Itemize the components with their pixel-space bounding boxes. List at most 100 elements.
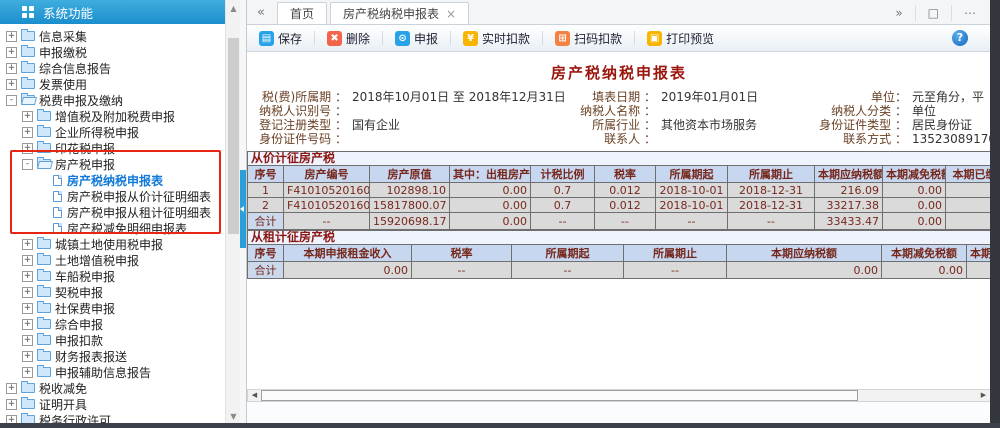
tree-item[interactable]: +财务报表报送 <box>0 348 225 364</box>
sidebar-title: 系统功能 <box>43 3 93 22</box>
expand-icon[interactable]: + <box>22 143 33 154</box>
table-section-title: 从租计征房产税 <box>247 230 991 244</box>
tree-item[interactable]: + 信息采集 <box>0 28 225 44</box>
column-header: 本期减免税额 <box>883 166 946 183</box>
expand-icon[interactable]: + <box>6 31 17 42</box>
tab-active[interactable]: 房产税纳税申报表× <box>330 2 469 24</box>
sidebar-scrollbar[interactable]: ▲ ▼ <box>225 0 240 428</box>
scroll-right-icon[interactable]: ▶ <box>977 390 990 401</box>
tree-item[interactable]: 房产税申报从价计征明细表 <box>0 188 225 204</box>
expand-icon[interactable]: + <box>22 127 33 138</box>
tree-item-label: 综合申报 <box>55 316 103 333</box>
tree-item[interactable]: +增值税及附加税费申报 <box>0 108 225 124</box>
tree-item[interactable]: + 车船税申报 <box>0 268 225 284</box>
folder-closed-icon <box>37 143 51 153</box>
expand-icon[interactable]: + <box>22 255 33 266</box>
toolbar-separator <box>634 31 635 45</box>
table-cell: 33217.38 <box>815 198 883 213</box>
sidebar-scrollbar-thumb[interactable] <box>228 38 239 234</box>
expand-icon[interactable]: + <box>22 287 33 298</box>
expand-icon[interactable]: + <box>22 271 33 282</box>
toolbar: ▤保存 ✖删除 ⊙申报 ¥实时扣款 ⊞扫码扣款 ▣打印预览 ? <box>247 25 990 52</box>
form-field-label: 所属行业 ： <box>552 118 656 132</box>
save-button[interactable]: ▤保存 <box>251 30 310 47</box>
tree-item[interactable]: +企业所得税申报 <box>0 124 225 140</box>
declare-button[interactable]: ⊙申报 <box>387 30 446 47</box>
column-header: 本期应纳税额 <box>727 245 882 262</box>
expand-icon[interactable]: + <box>6 47 17 58</box>
scroll-down-icon[interactable]: ▼ <box>226 412 241 421</box>
column-header: 所属期起 <box>656 166 728 183</box>
expand-icon[interactable]: + <box>22 351 33 362</box>
tree-item[interactable]: +综合信息报告 <box>0 60 225 76</box>
horizontal-scrollbar[interactable]: ◀ ▶ <box>247 389 991 402</box>
form-field-label: 纳税人分类 ： <box>801 104 907 118</box>
scan-deduct-button[interactable]: ⊞扫码扣款 <box>547 30 630 47</box>
tree-item[interactable]: +证明开具 <box>0 396 225 412</box>
expand-icon[interactable]: + <box>6 63 17 74</box>
print-preview-button[interactable]: ▣打印预览 <box>639 30 722 47</box>
form-field-label: 联系方式 ： <box>801 132 907 146</box>
expand-icon[interactable]: + <box>22 111 33 122</box>
realtime-deduct-button[interactable]: ¥实时扣款 <box>455 30 538 47</box>
table-header-row: 序号本期申报租金收入税率所属期起所属期止本期应纳税额本期减免税额本期已缴税额 <box>248 245 992 262</box>
tree-item[interactable]: +城镇土地使用税申报 <box>0 236 225 252</box>
tabbar-controls: » □ ⋯ <box>883 0 988 25</box>
sidebar: 系统功能 + 信息采集+申报缴税+综合信息报告+发票使用-税费申报及缴纳+增值税及… <box>0 0 225 428</box>
tree-item[interactable]: + 申报辅助信息报告 <box>0 364 225 380</box>
expand-icon[interactable]: + <box>22 335 33 346</box>
tree-item[interactable]: + 税收减免 <box>0 380 225 396</box>
expand-icon[interactable]: + <box>6 79 17 90</box>
expand-icon[interactable]: + <box>22 319 33 330</box>
tree-item[interactable]: 房产税申报从租计征明细表 <box>0 204 225 220</box>
tree-item[interactable]: +申报缴税 <box>0 44 225 60</box>
tree-item[interactable]: 房产税减免明细申报表 <box>0 220 225 236</box>
tree-item[interactable]: +印花税申报 <box>0 140 225 156</box>
tree-item[interactable]: +土地增值税申报 <box>0 252 225 268</box>
expand-icon[interactable]: + <box>6 383 17 394</box>
tab-overflow-icon[interactable]: » <box>883 6 914 20</box>
table-cell: 0.012 <box>595 183 656 198</box>
folder-closed-icon <box>37 271 51 281</box>
horizontal-scrollbar-thumb[interactable] <box>261 390 858 401</box>
tree-item-label: 房产税减免明细申报表 <box>67 220 187 237</box>
collapse-icon[interactable]: - <box>6 95 17 106</box>
column-header: 税率 <box>412 245 512 262</box>
tree-item[interactable]: +发票使用 <box>0 76 225 92</box>
more-options-icon[interactable]: ⋯ <box>952 6 988 20</box>
form-field-value: 元至角分，平 <box>907 90 991 104</box>
expand-icon[interactable]: + <box>22 367 33 378</box>
close-icon[interactable]: × <box>446 7 456 21</box>
folder-open-icon <box>21 95 35 105</box>
tree-item[interactable]: 房产税纳税申报表 <box>0 172 225 188</box>
table-cell: -- <box>512 262 624 279</box>
column-header: 其中：出租房产原值 <box>450 166 531 183</box>
tree-item[interactable]: +契税申报 <box>0 284 225 300</box>
folder-closed-icon <box>37 239 51 249</box>
maximize-icon[interactable]: □ <box>916 6 951 20</box>
tree-item[interactable]: + 综合申报 <box>0 316 225 332</box>
form-field-value <box>347 132 552 146</box>
form-field-value: 其他资本市场服务 <box>656 118 801 132</box>
tree-item-label: 车船税申报 <box>55 268 115 285</box>
help-icon[interactable]: ? <box>952 30 968 46</box>
expand-icon[interactable]: + <box>6 399 17 410</box>
tree-item[interactable]: +社保费申报 <box>0 300 225 316</box>
tables-area: 从价计征房产税序号房产编号房产原值其中：出租房产原值计税比例税率所属期起所属期止… <box>247 151 991 279</box>
table-cell: 0.00 <box>883 213 946 230</box>
scroll-left-icon[interactable]: ◀ <box>248 390 261 401</box>
collapse-icon[interactable]: - <box>22 159 33 170</box>
tree-item[interactable]: -房产税申报 <box>0 156 225 172</box>
expand-icon[interactable]: + <box>22 239 33 250</box>
table-cell: -- <box>595 213 656 230</box>
expand-icon[interactable]: + <box>22 303 33 314</box>
tree-item-label: 申报辅助信息报告 <box>55 364 151 381</box>
delete-button[interactable]: ✖删除 <box>319 30 378 47</box>
tree-item-label: 信息采集 <box>39 28 87 45</box>
scroll-up-icon[interactable]: ▲ <box>226 4 241 13</box>
tab-home[interactable]: 首页 <box>277 2 327 24</box>
tree-item[interactable]: -税费申报及缴纳 <box>0 92 225 108</box>
tree-item-label: 税收减免 <box>39 380 87 397</box>
tree-item[interactable]: +申报扣款 <box>0 332 225 348</box>
collapse-tabs-icon[interactable]: « <box>257 5 265 20</box>
